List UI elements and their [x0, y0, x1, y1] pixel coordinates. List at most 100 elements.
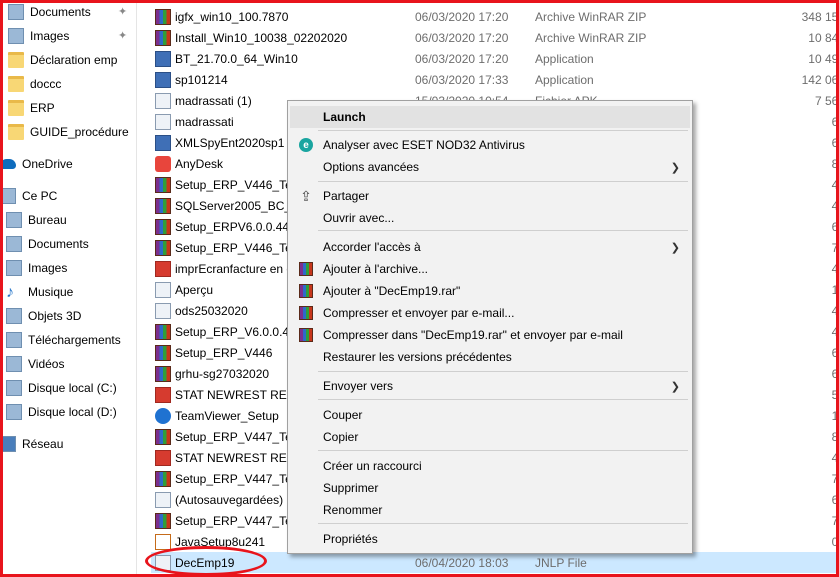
winrar-icon	[155, 323, 171, 340]
file-row[interactable]: BT_21.70.0_64_Win10 06/03/2020 17:20 Appli…	[151, 48, 839, 69]
sidebar-item[interactable]: Vidéos	[6, 353, 64, 375]
sidebar-item[interactable]: Réseau	[0, 433, 63, 455]
menu-item[interactable]: e Analyser avec ESET NOD32 Antivirus	[290, 134, 690, 156]
menu-item[interactable]: Supprimer	[290, 477, 690, 499]
sidebar-item[interactable]: Images	[8, 25, 69, 47]
this-pc-icon	[0, 188, 16, 204]
file-icon	[155, 491, 171, 508]
menu-separator	[318, 523, 688, 524]
file-size: 62 Ko	[831, 492, 839, 507]
sidebar-item-label: ERP	[30, 101, 55, 115]
file-name: BT_21.70.0_64_Win10	[175, 51, 298, 66]
file-size: 16 Ko	[831, 282, 839, 297]
file-size: 49 Ko	[831, 198, 839, 213]
file-name: sp101214	[175, 72, 228, 87]
menu-item[interactable]: Launch	[290, 106, 690, 128]
java-icon	[155, 533, 171, 550]
sidebar-item-label: Ce PC	[22, 189, 58, 203]
winrar-icon	[155, 197, 171, 214]
sidebar-item[interactable]: Objets 3D	[6, 305, 81, 327]
sidebar-item[interactable]: Téléchargements	[6, 329, 121, 351]
sidebar-item[interactable]: Bureau	[6, 209, 67, 231]
teamviewer-icon	[155, 407, 171, 424]
music-icon: ♪	[6, 284, 14, 301]
file-type: JNLP File	[535, 555, 587, 570]
file-size: 49 Ko	[831, 177, 839, 192]
folder-icon	[8, 52, 24, 68]
file-size: 40 Ko	[831, 450, 839, 465]
menu-item[interactable]: Couper	[290, 404, 690, 426]
menu-item[interactable]: Restaurer les versions précédentes	[290, 346, 690, 368]
winrar-icon	[155, 8, 171, 25]
sidebar-item[interactable]: ♪ Musique	[6, 281, 73, 303]
menu-item[interactable]: Ajouter à "DecEmp19.rar"	[290, 280, 690, 302]
sidebar-item-label: Bureau	[28, 213, 67, 227]
menu-item-label: Créer un raccourci	[323, 459, 422, 473]
file-row[interactable]: Install_Win10_10038_02202020 06/03/2020 1…	[151, 27, 839, 48]
file-date: 06/03/2020 17:20	[415, 30, 509, 45]
winrar-icon	[155, 29, 171, 46]
file-size: 49 Ko	[831, 303, 839, 318]
menu-item[interactable]: Renommer	[290, 499, 690, 521]
menu-item-label: Couper	[323, 408, 363, 422]
sidebar-item-label: Disque local (D:)	[28, 405, 117, 419]
file-size: 1 Ko	[773, 556, 839, 570]
sidebar-item-label: OneDrive	[22, 157, 73, 171]
menu-item[interactable]: Accorder l'accès à ❯	[290, 236, 690, 258]
folder-icon	[8, 76, 24, 92]
onedrive-icon	[0, 159, 16, 169]
sidebar-item[interactable]: Disque local (C:)	[6, 377, 117, 399]
sidebar-item[interactable]: ERP	[8, 97, 55, 119]
menu-item[interactable]: Envoyer vers ❯	[290, 375, 690, 397]
menu-item[interactable]: Ajouter à l'archive...	[290, 258, 690, 280]
menu-item[interactable]: Copier	[290, 426, 690, 448]
file-size: 65 Ko	[831, 219, 839, 234]
sidebar-item[interactable]: doccc	[8, 73, 61, 95]
winrar-icon	[298, 261, 314, 277]
winrar-icon	[155, 470, 171, 487]
folder-icon	[8, 100, 24, 116]
menu-item[interactable]: Propriétés	[290, 528, 690, 550]
sidebar-item[interactable]: Disque local (D:)	[6, 401, 117, 423]
file-row[interactable]: igfx_win10_100.7870 06/03/2020 17:20 Archi…	[151, 6, 839, 27]
sidebar-item[interactable]: GUIDE_procédure	[8, 121, 129, 143]
file-size: 49 Ko	[831, 261, 839, 276]
downloads-icon	[6, 332, 22, 348]
navigation-pane: Documents ✦ Images ✦ Déclaration emp doccc ERP…	[0, 0, 137, 577]
file-size: 70 Ko	[831, 513, 839, 528]
menu-item[interactable]: Ouvrir avec...	[290, 207, 690, 229]
file-size: 10 848 Ko	[808, 30, 839, 45]
file-row[interactable]: sp101214 06/03/2020 17:33 Application 142 0…	[151, 69, 839, 90]
winrar-icon	[298, 283, 314, 299]
sidebar-item-label: GUIDE_procédure	[30, 125, 129, 139]
menu-item[interactable]: Créer un raccourci	[290, 455, 690, 477]
menu-item-label: Copier	[323, 430, 359, 444]
menu-item[interactable]: Compresser dans "DecEmp19.rar" et envoye…	[290, 324, 690, 346]
menu-item[interactable]: ⇪ Partager	[290, 185, 690, 207]
sidebar-item-label: Documents	[28, 237, 89, 251]
eset-icon: e	[298, 137, 314, 153]
sidebar-item[interactable]: Documents	[6, 233, 89, 255]
sidebar-item[interactable]: OneDrive	[0, 153, 73, 175]
pdf-icon	[155, 260, 171, 277]
drive-c-icon	[6, 380, 22, 396]
sidebar-item-label: Vidéos	[28, 357, 65, 371]
sidebar-item-label: Réseau	[22, 437, 64, 451]
file-size: 61 Ko	[831, 114, 839, 129]
sidebar-item-label: Disque local (C:)	[28, 381, 117, 395]
menu-separator	[318, 371, 688, 372]
winrar-icon	[155, 365, 171, 382]
sidebar-item[interactable]: Déclaration emp	[8, 49, 117, 71]
documents-icon	[6, 236, 22, 252]
menu-item[interactable]: Options avancées ❯	[290, 156, 690, 178]
sidebar-item[interactable]: Images	[6, 257, 67, 279]
sidebar-item[interactable]: Ce PC	[0, 185, 57, 207]
winrar-icon	[155, 428, 171, 445]
menu-item-label: Restaurer les versions précédentes	[323, 350, 512, 364]
menu-item[interactable]: Compresser et envoyer par e-mail...	[290, 302, 690, 324]
file-icon	[155, 113, 171, 130]
sidebar-item-label: Images	[30, 29, 70, 43]
sidebar-item[interactable]: Documents	[8, 1, 91, 23]
file-name: igfx_win10_100.7870	[175, 9, 289, 24]
file-size: 80 Ko	[831, 156, 839, 171]
